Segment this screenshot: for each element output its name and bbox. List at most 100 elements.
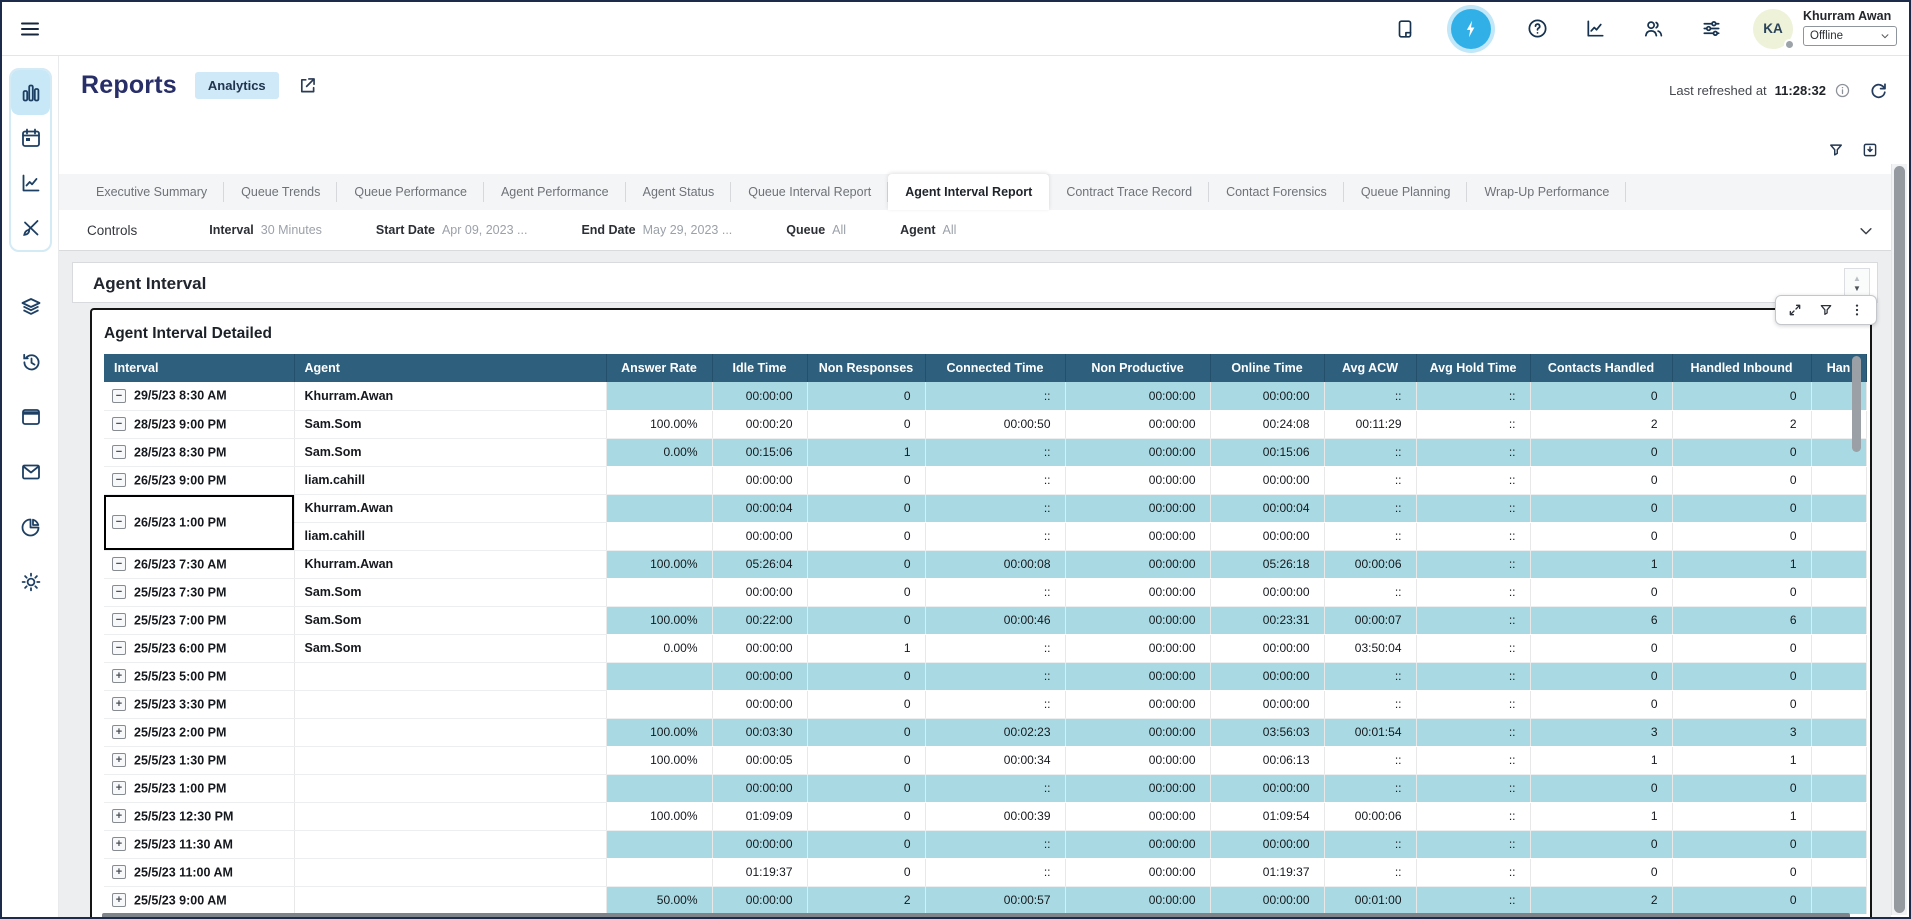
tab-queue-planning[interactable]: Queue Planning xyxy=(1344,174,1468,210)
sidebar-item-pie-reports[interactable] xyxy=(19,515,43,539)
expand-visual-icon[interactable] xyxy=(1787,302,1803,318)
external-link-icon[interactable] xyxy=(297,75,318,96)
page-scrollbar-thumb[interactable] xyxy=(1894,166,1905,913)
sidebar-item-mail[interactable] xyxy=(19,460,43,484)
help-icon[interactable] xyxy=(1525,17,1549,41)
interval-cell[interactable]: +25/5/23 1:30 PM xyxy=(104,746,294,774)
column-header-online-time[interactable]: Online Time xyxy=(1210,354,1324,382)
collapse-row-icon[interactable]: − xyxy=(112,557,126,571)
column-header-avg-acw[interactable]: Avg ACW xyxy=(1324,354,1416,382)
tab-queue-interval-report[interactable]: Queue Interval Report xyxy=(731,174,888,210)
expand-row-icon[interactable]: + xyxy=(112,809,126,823)
collapse-row-icon[interactable]: − xyxy=(112,613,126,627)
control-filter-end-date[interactable]: End DateMay 29, 2023 ... xyxy=(581,223,732,237)
filter-icon[interactable] xyxy=(1827,141,1845,159)
interval-cell[interactable]: −26/5/23 7:30 AM xyxy=(104,550,294,578)
interval-cell[interactable]: +25/5/23 1:00 PM xyxy=(104,774,294,802)
column-header-agent[interactable]: Agent xyxy=(294,354,606,382)
hamburger-menu-icon[interactable] xyxy=(18,17,42,41)
interval-cell[interactable]: −25/5/23 7:00 PM xyxy=(104,606,294,634)
expand-row-icon[interactable]: + xyxy=(112,697,126,711)
page-scrollbar-track[interactable] xyxy=(1891,164,1907,915)
column-header-answer-rate[interactable]: Answer Rate xyxy=(606,354,712,382)
sidebar-item-design[interactable] xyxy=(11,205,50,250)
refresh-icon[interactable] xyxy=(1868,80,1889,101)
column-header-connected-time[interactable]: Connected Time xyxy=(925,354,1065,382)
interval-cell[interactable]: −25/5/23 7:30 PM xyxy=(104,578,294,606)
column-header-handled-inbound[interactable]: Handled Inbound xyxy=(1672,354,1811,382)
column-header-non-responses[interactable]: Non Responses xyxy=(807,354,925,382)
sidebar-item-schedule[interactable] xyxy=(11,115,50,160)
expand-row-icon[interactable]: + xyxy=(112,865,126,879)
column-header-avg-hold-time[interactable]: Avg Hold Time xyxy=(1416,354,1530,382)
status-select[interactable]: Offline xyxy=(1803,26,1897,46)
collapse-row-icon[interactable]: − xyxy=(112,389,126,403)
expand-row-icon[interactable]: + xyxy=(112,725,126,739)
tab-queue-trends[interactable]: Queue Trends xyxy=(224,174,337,210)
tab-agent-status[interactable]: Agent Status xyxy=(626,174,732,210)
sidebar-item-window[interactable] xyxy=(19,405,43,429)
interval-cell[interactable]: −28/5/23 8:30 PM xyxy=(104,438,294,466)
sidebar-item-analytics[interactable] xyxy=(11,160,50,205)
avatar[interactable]: KA xyxy=(1753,9,1793,49)
tab-wrap-up-performance[interactable]: Wrap-Up Performance xyxy=(1467,174,1626,210)
controls-toggle[interactable]: Controls xyxy=(87,223,137,238)
contacts-icon[interactable] xyxy=(1641,17,1665,41)
controls-collapse-chevron-icon[interactable] xyxy=(1857,222,1875,240)
interval-cell[interactable]: −26/5/23 1:00 PM xyxy=(104,494,294,550)
interval-cell[interactable]: +25/5/23 5:00 PM xyxy=(104,662,294,690)
interval-cell[interactable]: +25/5/23 11:00 AM xyxy=(104,858,294,886)
expand-row-icon[interactable]: + xyxy=(112,669,126,683)
download-icon[interactable] xyxy=(1861,141,1879,159)
notes-icon[interactable] xyxy=(1393,17,1417,41)
collapse-row-icon[interactable]: − xyxy=(112,585,126,599)
expand-row-icon[interactable]: + xyxy=(112,781,126,795)
interval-cell[interactable]: −25/5/23 6:00 PM xyxy=(104,634,294,662)
control-filter-start-date[interactable]: Start DateApr 09, 2023 ... xyxy=(376,223,528,237)
collapse-row-icon[interactable]: − xyxy=(112,641,126,655)
tab-agent-performance[interactable]: Agent Performance xyxy=(484,174,626,210)
tab-contact-forensics[interactable]: Contact Forensics xyxy=(1209,174,1344,210)
settings-sliders-icon[interactable] xyxy=(1699,17,1723,41)
expand-row-icon[interactable]: + xyxy=(112,753,126,767)
interval-cell[interactable]: +25/5/23 3:30 PM xyxy=(104,690,294,718)
interval-cell[interactable]: +25/5/23 12:30 PM xyxy=(104,802,294,830)
sidebar-item-settings[interactable] xyxy=(19,570,43,594)
control-filter-interval[interactable]: Interval30 Minutes xyxy=(209,223,322,237)
sidebar-item-reports[interactable] xyxy=(11,70,50,115)
collapse-row-icon[interactable]: − xyxy=(112,473,126,487)
analytics-chart-icon[interactable] xyxy=(1583,17,1607,41)
tab-contract-trace-record[interactable]: Contract Trace Record xyxy=(1049,174,1209,210)
column-header-non-productive[interactable]: Non Productive xyxy=(1065,354,1210,382)
scroll-down-icon[interactable]: ▼ xyxy=(1853,285,1861,293)
column-header-contacts-handled[interactable]: Contacts Handled xyxy=(1530,354,1672,382)
control-filter-queue[interactable]: QueueAll xyxy=(786,223,846,237)
column-header-interval[interactable]: Interval xyxy=(104,354,294,382)
quick-actions-icon[interactable] xyxy=(1451,9,1491,49)
interval-cell[interactable]: +25/5/23 11:30 AM xyxy=(104,830,294,858)
collapse-row-icon[interactable]: − xyxy=(112,445,126,459)
collapse-row-icon[interactable]: − xyxy=(112,417,126,431)
info-icon[interactable] xyxy=(1834,82,1851,99)
tab-queue-performance[interactable]: Queue Performance xyxy=(337,174,484,210)
tab-executive-summary[interactable]: Executive Summary xyxy=(79,174,224,210)
table-vertical-scrollbar[interactable] xyxy=(1852,356,1861,452)
interval-cell[interactable]: −28/5/23 9:00 PM xyxy=(104,410,294,438)
interval-cell[interactable]: −26/5/23 9:00 PM xyxy=(104,466,294,494)
interval-cell[interactable]: +25/5/23 9:00 AM xyxy=(104,886,294,914)
scroll-up-icon[interactable]: ▲ xyxy=(1853,275,1861,283)
collapse-row-icon[interactable]: − xyxy=(112,515,126,529)
column-header-idle-time[interactable]: Idle Time xyxy=(712,354,807,382)
expand-row-icon[interactable]: + xyxy=(112,893,126,907)
tab-agent-interval-report[interactable]: Agent Interval Report xyxy=(888,174,1049,210)
analytics-badge[interactable]: Analytics xyxy=(195,72,279,99)
interval-cell[interactable]: +25/5/23 2:00 PM xyxy=(104,718,294,746)
visual-filter-icon[interactable] xyxy=(1818,302,1834,318)
more-options-kebab-icon[interactable] xyxy=(1849,302,1865,318)
control-filter-agent[interactable]: AgentAll xyxy=(900,223,956,237)
table-horizontal-scrollbar[interactable] xyxy=(102,913,1850,919)
interval-cell[interactable]: −29/5/23 8:30 AM xyxy=(104,382,294,410)
expand-row-icon[interactable]: + xyxy=(112,837,126,851)
sidebar-item-layers[interactable] xyxy=(19,295,43,319)
sidebar-item-history[interactable] xyxy=(19,350,43,374)
